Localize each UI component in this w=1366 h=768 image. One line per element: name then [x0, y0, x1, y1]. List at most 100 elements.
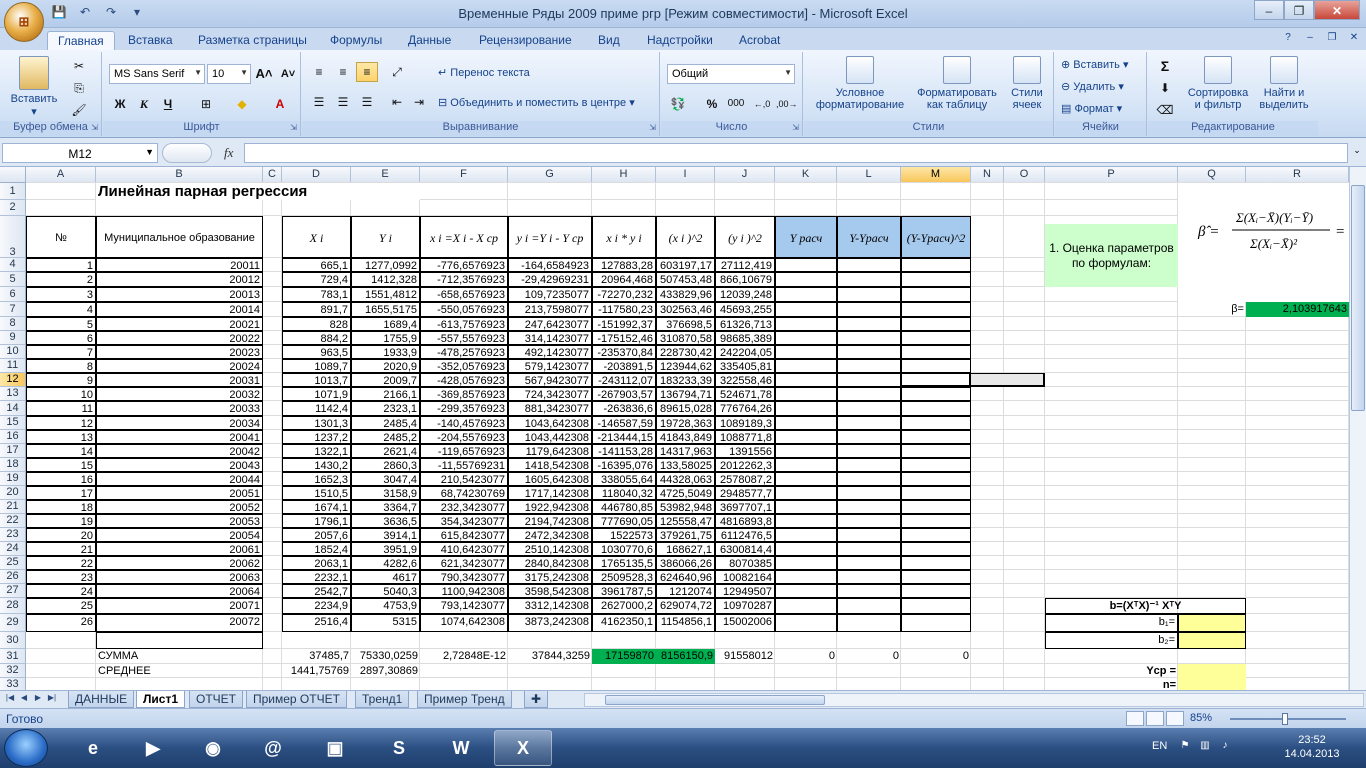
column-header-m[interactable]: M [901, 167, 971, 183]
data-cell[interactable]: 23 [26, 570, 96, 584]
row-header-4[interactable]: 4 [0, 258, 26, 272]
data-cell[interactable]: 20964,468 [592, 272, 656, 287]
data-cell[interactable]: 410,6423077 [420, 542, 508, 556]
data-cell[interactable]: 16 [26, 472, 96, 486]
data-cell[interactable]: 26 [26, 614, 96, 632]
format-cells-button[interactable]: ▤ Формат ▾ [1061, 102, 1122, 115]
data-cell[interactable]: 2 [26, 272, 96, 287]
doc-close-icon[interactable]: ✕ [1346, 32, 1362, 46]
sheet-tab-dannye[interactable]: ДАННЫЕ [68, 691, 135, 708]
row-header-22[interactable]: 22 [0, 514, 26, 528]
row-header-25[interactable]: 25 [0, 556, 26, 570]
data-cell[interactable]: 8070385 [715, 556, 775, 570]
data-cell[interactable]: 2840,842308 [508, 556, 592, 570]
data-cell[interactable]: 44328,063 [656, 472, 715, 486]
data-cell[interactable]: 24 [26, 584, 96, 598]
calc-cell[interactable] [837, 401, 901, 416]
skype-icon[interactable]: S [370, 730, 428, 766]
data-cell[interactable]: 20072 [96, 614, 263, 632]
calc-cell[interactable] [775, 430, 837, 444]
data-cell[interactable]: 15 [26, 458, 96, 472]
row-header-10[interactable]: 10 [0, 345, 26, 359]
percent-button[interactable]: % [701, 94, 723, 114]
data-cell[interactable]: 2063,1 [282, 556, 351, 570]
data-cell[interactable]: 20 [26, 528, 96, 542]
calc-cell[interactable] [775, 331, 837, 345]
prev-sheet-icon[interactable]: ◀ [18, 693, 30, 702]
data-cell[interactable]: 1689,4 [351, 317, 420, 331]
data-cell[interactable]: -428,0576923 [420, 373, 508, 387]
data-cell[interactable]: 1089189,3 [715, 416, 775, 430]
calc-cell[interactable] [775, 345, 837, 359]
calc-cell[interactable] [775, 444, 837, 458]
calc-cell[interactable] [837, 556, 901, 570]
format-as-table-button[interactable]: Форматировать как таблицу [912, 56, 1002, 111]
last-sheet-icon[interactable]: ▶| [46, 693, 58, 702]
data-cell[interactable]: 1391556 [715, 444, 775, 458]
header-y-calc[interactable]: Y расч [775, 216, 837, 258]
row-header-9[interactable]: 9 [0, 331, 26, 345]
number-format-select[interactable]: Общий ▼ [667, 64, 795, 84]
data-cell[interactable]: 2542,7 [282, 584, 351, 598]
data-cell[interactable]: 232,3423077 [420, 500, 508, 514]
column-header-f[interactable]: F [420, 167, 508, 183]
row-header-3[interactable]: 3 [0, 216, 26, 258]
sum-cell[interactable]: 37485,7 [282, 649, 351, 664]
beta-value[interactable]: 2,103917643 [1246, 302, 1349, 317]
header-yi[interactable]: Y i [351, 216, 420, 258]
data-cell[interactable]: 1551,4812 [351, 287, 420, 302]
data-cell[interactable]: 1430,2 [282, 458, 351, 472]
sum-cell[interactable]: 0 [837, 649, 901, 664]
header-y-residual-squared[interactable]: (Y-Yрасч)^2 [901, 216, 971, 258]
data-cell[interactable]: 2510,142308 [508, 542, 592, 556]
data-cell[interactable]: 335405,81 [715, 359, 775, 373]
data-cell[interactable]: -267903,57 [592, 387, 656, 401]
column-header-r[interactable]: R [1246, 167, 1349, 183]
calc-cell[interactable] [837, 614, 901, 632]
matrix-formula[interactable]: b=(XᵀX)⁻¹ XᵀY [1045, 598, 1246, 614]
data-cell[interactable]: -140,4576923 [420, 416, 508, 430]
vertical-scrollbar[interactable] [1349, 167, 1366, 690]
row-header-11[interactable]: 11 [0, 359, 26, 373]
y-mean-label[interactable]: Yср = [1045, 664, 1178, 678]
data-cell[interactable]: 6112476,5 [715, 528, 775, 542]
header-xi[interactable]: X i [282, 216, 351, 258]
font-name-select[interactable]: MS Sans Serif ▼ [109, 64, 205, 84]
data-cell[interactable]: 5315 [351, 614, 420, 632]
data-cell[interactable]: -151992,37 [592, 317, 656, 331]
row-header-12[interactable]: 12 [0, 373, 26, 387]
align-bottom-icon[interactable]: ≡ [356, 62, 378, 82]
data-cell[interactable]: 136794,71 [656, 387, 715, 401]
data-cell[interactable]: 1322,1 [282, 444, 351, 458]
calc-cell[interactable] [837, 584, 901, 598]
calc-cell[interactable] [837, 514, 901, 528]
calc-cell[interactable] [901, 570, 971, 584]
volume-icon[interactable]: ♪ [1218, 740, 1232, 754]
align-left-icon[interactable]: ☰ [308, 92, 330, 112]
column-header-n[interactable]: N [971, 167, 1004, 183]
header-num[interactable]: № [26, 216, 96, 258]
wrap-text-button[interactable]: ↵ Перенос текста [438, 66, 530, 79]
data-cell[interactable]: 20042 [96, 444, 263, 458]
dialog-launcher-icon[interactable]: ⇲ [91, 123, 98, 132]
data-cell[interactable]: 4162350,1 [592, 614, 656, 632]
data-cell[interactable]: -164,6584923 [508, 258, 592, 272]
row-header-8[interactable]: 8 [0, 317, 26, 331]
calc-cell[interactable] [837, 287, 901, 302]
data-cell[interactable]: 866,10679 [715, 272, 775, 287]
calc-cell[interactable] [837, 345, 901, 359]
email-icon[interactable]: @ [244, 730, 302, 766]
calc-cell[interactable] [901, 528, 971, 542]
calc-cell[interactable] [901, 258, 971, 272]
sum-cell[interactable]: 0 [901, 649, 971, 664]
insert-function-icon[interactable]: fx [224, 145, 233, 161]
data-cell[interactable]: 3961787,5 [592, 584, 656, 598]
column-header-q[interactable]: Q [1178, 167, 1246, 183]
data-cell[interactable]: 7 [26, 345, 96, 359]
data-cell[interactable]: 125558,47 [656, 514, 715, 528]
calc-cell[interactable] [901, 500, 971, 514]
beta-formula-image[interactable]: β̂ = Σ(Xᵢ−X̄)(Yᵢ−Ȳ) Σ(Xᵢ−X̄)² = [1178, 183, 1349, 302]
empty-cell[interactable] [96, 632, 263, 649]
sum-cell[interactable]: 8156150,9 [656, 649, 715, 664]
excel-icon[interactable]: X [494, 730, 552, 766]
